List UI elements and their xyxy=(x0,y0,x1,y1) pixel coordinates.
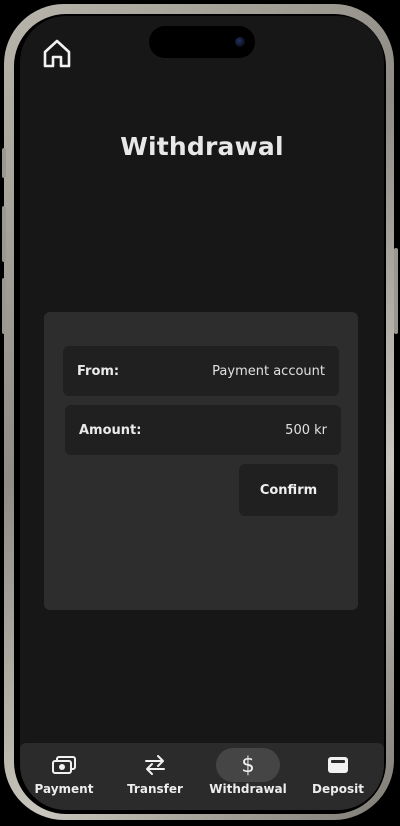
nav-item-deposit[interactable]: Deposit xyxy=(306,743,370,805)
dynamic-island xyxy=(149,26,255,58)
nav-active-pill: $ xyxy=(216,748,280,782)
action-button xyxy=(2,148,6,178)
nav-icon-container xyxy=(32,748,96,782)
power-button xyxy=(394,248,398,334)
nav-label-payment: Payment xyxy=(34,782,94,796)
bottom-navigation: Payment Transfer $ Withdrawal Deposit xyxy=(20,743,384,810)
transfer-arrows-icon xyxy=(145,755,165,775)
amount-field[interactable]: Amount: 500 kr xyxy=(65,405,341,455)
nav-icon-container xyxy=(306,748,370,782)
volume-down-button xyxy=(2,278,6,334)
camera-icon xyxy=(235,37,245,47)
volume-up-button xyxy=(2,206,6,262)
wallet-icon xyxy=(328,757,348,773)
from-label: From: xyxy=(77,363,120,379)
home-button[interactable] xyxy=(40,36,74,70)
withdrawal-form-card: From: Payment account Amount: 500 kr Con… xyxy=(44,312,358,610)
nav-label-withdrawal: Withdrawal xyxy=(209,782,287,796)
amount-value: 500 kr xyxy=(285,422,327,438)
confirm-button[interactable]: Confirm xyxy=(239,464,338,516)
dollar-icon: $ xyxy=(241,752,255,777)
nav-label-transfer: Transfer xyxy=(127,782,183,796)
nav-item-payment[interactable]: Payment xyxy=(32,743,96,805)
from-value: Payment account xyxy=(212,363,325,379)
amount-label: Amount: xyxy=(79,422,142,438)
page-title: Withdrawal xyxy=(120,132,284,161)
from-account-field[interactable]: From: Payment account xyxy=(63,346,339,396)
banknote-icon xyxy=(52,756,76,774)
nav-icon-container xyxy=(123,748,187,782)
nav-item-withdrawal[interactable]: $ Withdrawal xyxy=(209,743,287,805)
home-icon xyxy=(43,39,71,68)
nav-item-transfer[interactable]: Transfer xyxy=(123,743,187,805)
app-screen: Withdrawal From: Payment account Amount:… xyxy=(20,16,384,810)
nav-label-deposit: Deposit xyxy=(312,782,364,796)
